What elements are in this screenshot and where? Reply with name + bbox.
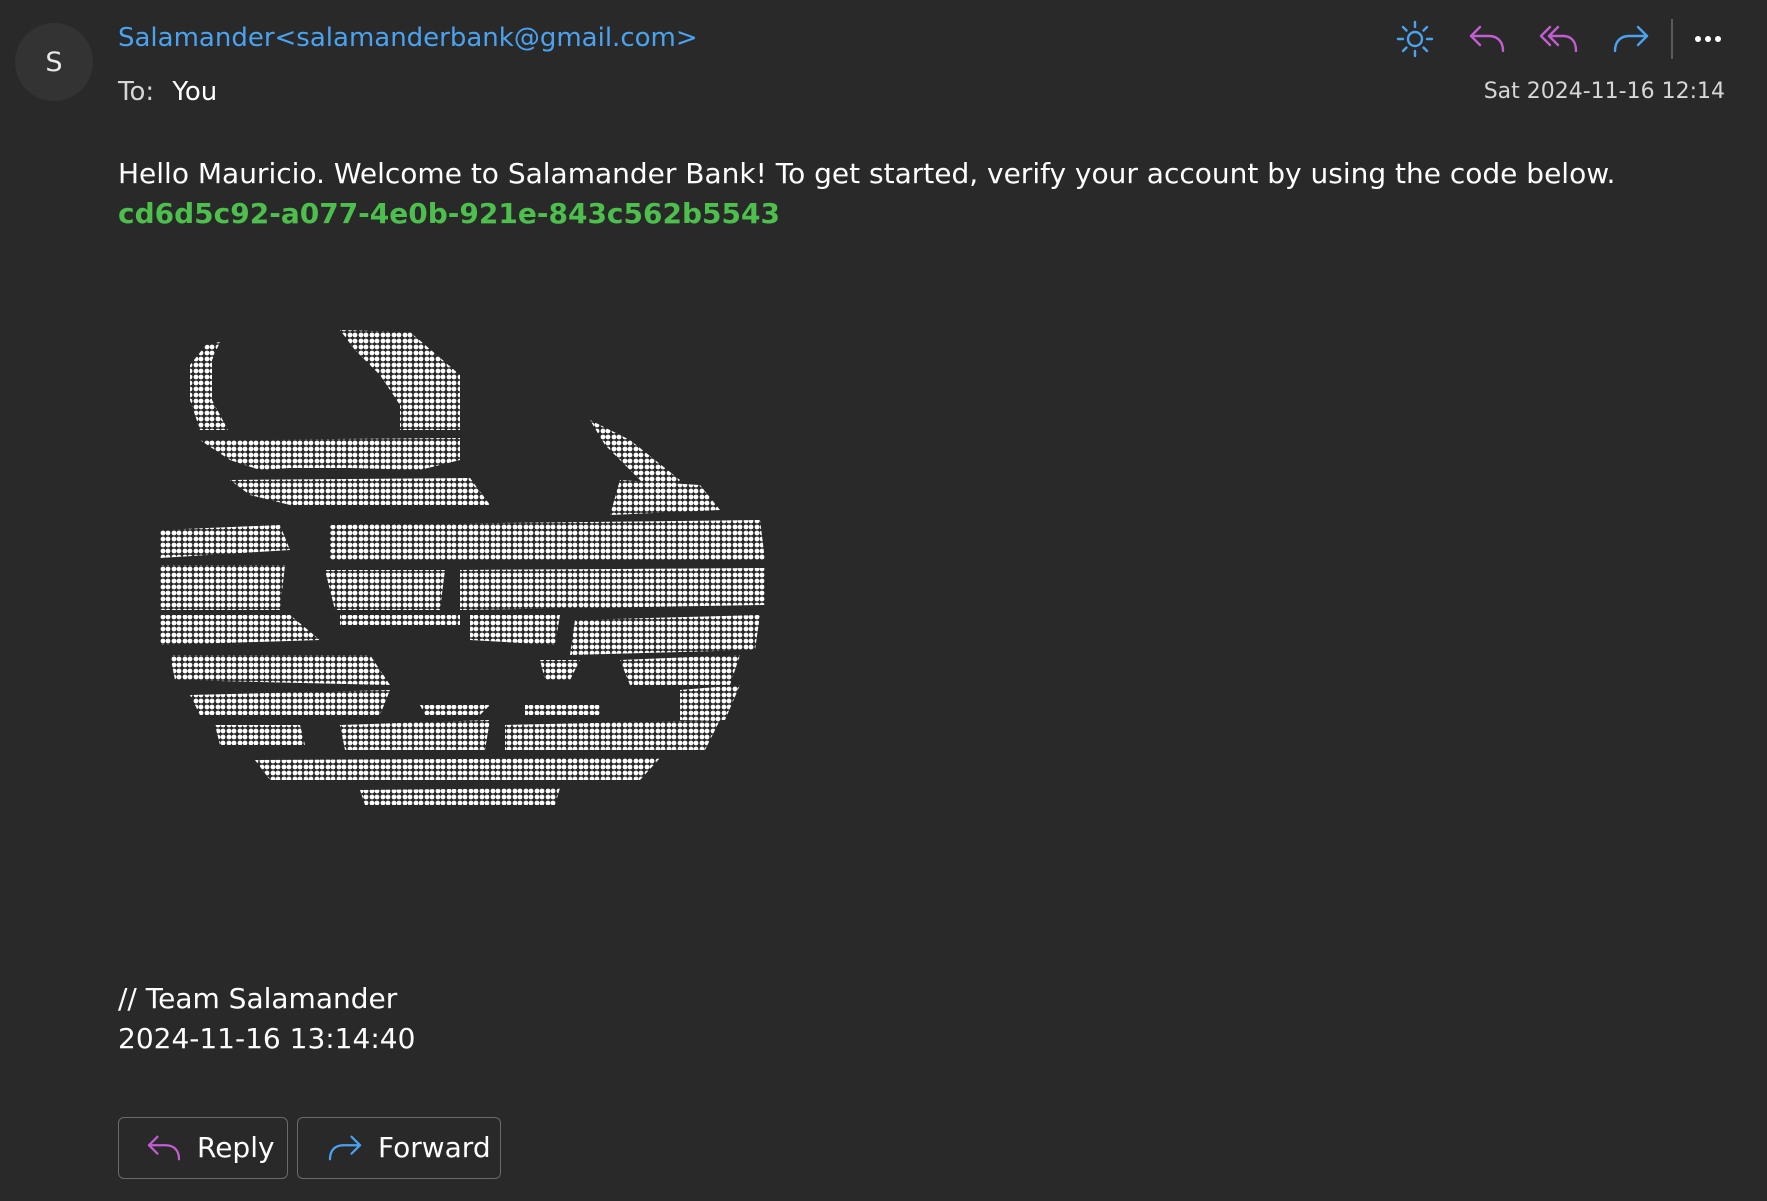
verification-code: cd6d5c92-a077-4e0b-921e-843c562b5543 <box>118 197 780 230</box>
sun-icon <box>1396 20 1434 58</box>
forward-button[interactable]: Forward <box>297 1117 501 1179</box>
reply-button[interactable]: Reply <box>118 1117 288 1179</box>
to-label: To: <box>118 77 155 107</box>
signoff-text: // Team Salamander <box>118 982 398 1015</box>
theme-toggle-button[interactable] <box>1379 16 1451 62</box>
sender-avatar: S <box>15 23 93 101</box>
forward-icon <box>1613 25 1649 53</box>
message-date: Sat 2024-11-16 12:14 <box>1483 79 1725 104</box>
message-toolbar <box>1379 16 1737 62</box>
reply-toolbar-button[interactable] <box>1451 16 1523 62</box>
recipient-line: To: You <box>118 72 217 112</box>
recipient-name[interactable]: You <box>172 77 217 107</box>
more-icon <box>1695 36 1721 42</box>
reply-all-icon <box>1539 25 1578 53</box>
forward-icon <box>326 1133 364 1163</box>
reply-all-toolbar-button[interactable] <box>1523 16 1595 62</box>
salamander-logo-image <box>160 330 765 805</box>
sent-timestamp: 2024-11-16 13:14:40 <box>118 1022 416 1055</box>
forward-toolbar-button[interactable] <box>1595 16 1667 62</box>
toolbar-divider <box>1671 19 1673 59</box>
reply-icon <box>1469 25 1505 53</box>
reply-icon <box>145 1133 183 1163</box>
avatar-initial: S <box>45 46 63 78</box>
forward-label: Forward <box>378 1131 491 1164</box>
more-actions-button[interactable] <box>1679 16 1737 62</box>
reply-label: Reply <box>197 1131 275 1164</box>
greeting-text: Hello Mauricio. Welcome to Salamander Ba… <box>118 157 1616 190</box>
sender-address[interactable]: Salamander<salamanderbank@gmail.com> <box>118 18 698 58</box>
